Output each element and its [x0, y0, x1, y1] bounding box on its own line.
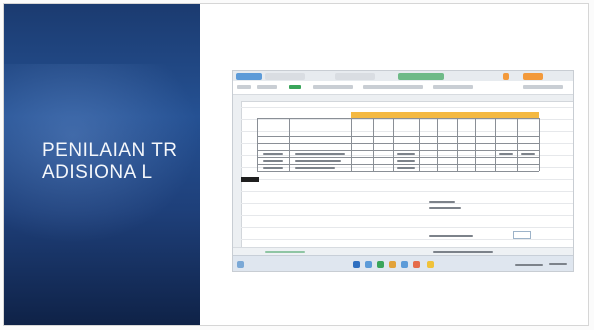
selected-cell — [241, 177, 259, 182]
status-text — [433, 251, 493, 253]
table-border — [475, 118, 476, 171]
toolbar-item — [363, 85, 423, 89]
table-border — [437, 118, 438, 171]
grid-line — [241, 155, 573, 156]
table-border — [351, 118, 352, 171]
cell-text — [429, 235, 473, 237]
table-border — [257, 143, 539, 144]
table-border — [539, 118, 540, 171]
clock — [549, 263, 567, 265]
toolbar-item — [237, 85, 251, 89]
spreadsheet-grid — [233, 95, 573, 255]
cell-text — [263, 160, 283, 162]
tab — [335, 73, 375, 80]
embedded-spreadsheet-screenshot — [232, 70, 574, 272]
table-border — [257, 136, 539, 137]
table-border — [257, 150, 539, 151]
slide-title: PENILAIAN TRADISIONA L — [42, 140, 178, 183]
tab-badge — [523, 73, 543, 80]
table-border — [289, 118, 290, 171]
table-border — [517, 118, 518, 171]
mail-icon — [389, 261, 396, 268]
cell-text — [521, 153, 535, 155]
table-border — [393, 118, 394, 171]
cell-text — [429, 201, 455, 203]
table-border — [257, 164, 539, 165]
tab — [398, 73, 444, 80]
toolbar-item — [257, 85, 277, 89]
input-cell — [513, 231, 531, 239]
table-border — [495, 118, 496, 171]
column-headers — [233, 95, 573, 102]
cell-text — [397, 153, 415, 155]
grid-line — [241, 131, 573, 132]
cell-text — [295, 167, 335, 169]
grid-line — [241, 203, 573, 204]
table-border — [373, 118, 374, 171]
folder-icon — [377, 261, 384, 268]
presentation-slide: PENILAIAN TRADISIONA L — [3, 3, 589, 326]
cell-text — [295, 153, 345, 155]
toolbar-item — [433, 85, 473, 89]
toolbar-ribbon — [233, 81, 573, 95]
spreadsheet-icon — [237, 261, 244, 268]
tab-icon — [503, 73, 509, 80]
tab-active — [236, 73, 262, 80]
grid-line — [241, 107, 573, 108]
sheet-tab — [265, 251, 305, 253]
browser-icon — [365, 261, 372, 268]
grid-line — [241, 191, 573, 192]
toolbar-item — [313, 85, 353, 89]
grid-line — [241, 215, 573, 216]
cell-text — [263, 167, 283, 169]
settings-icon — [401, 261, 408, 268]
cell-text — [499, 153, 513, 155]
toolbar-item — [289, 85, 301, 89]
grid-line — [241, 239, 573, 240]
cell-text — [263, 153, 283, 155]
grid-line — [241, 227, 573, 228]
table-border — [419, 118, 420, 171]
cell-text — [397, 167, 415, 169]
slide-title-panel: PENILAIAN TRADISIONA L — [4, 4, 200, 325]
window-tab-strip — [233, 71, 573, 81]
toolbar-item — [523, 85, 563, 89]
table-border — [257, 171, 539, 172]
table-border — [457, 118, 458, 171]
app-icon — [413, 261, 420, 268]
grid-line — [241, 119, 573, 120]
cell-text — [397, 160, 415, 162]
app-icon — [427, 261, 434, 268]
cell-text — [295, 160, 341, 162]
grid-line — [241, 179, 573, 180]
table-border — [257, 118, 258, 171]
table-border — [257, 157, 539, 158]
table-border — [257, 118, 539, 119]
tab — [265, 73, 305, 80]
os-taskbar — [233, 255, 573, 271]
tray-icons — [515, 264, 543, 266]
windows-start-icon — [353, 261, 360, 268]
cell-text — [429, 207, 461, 209]
